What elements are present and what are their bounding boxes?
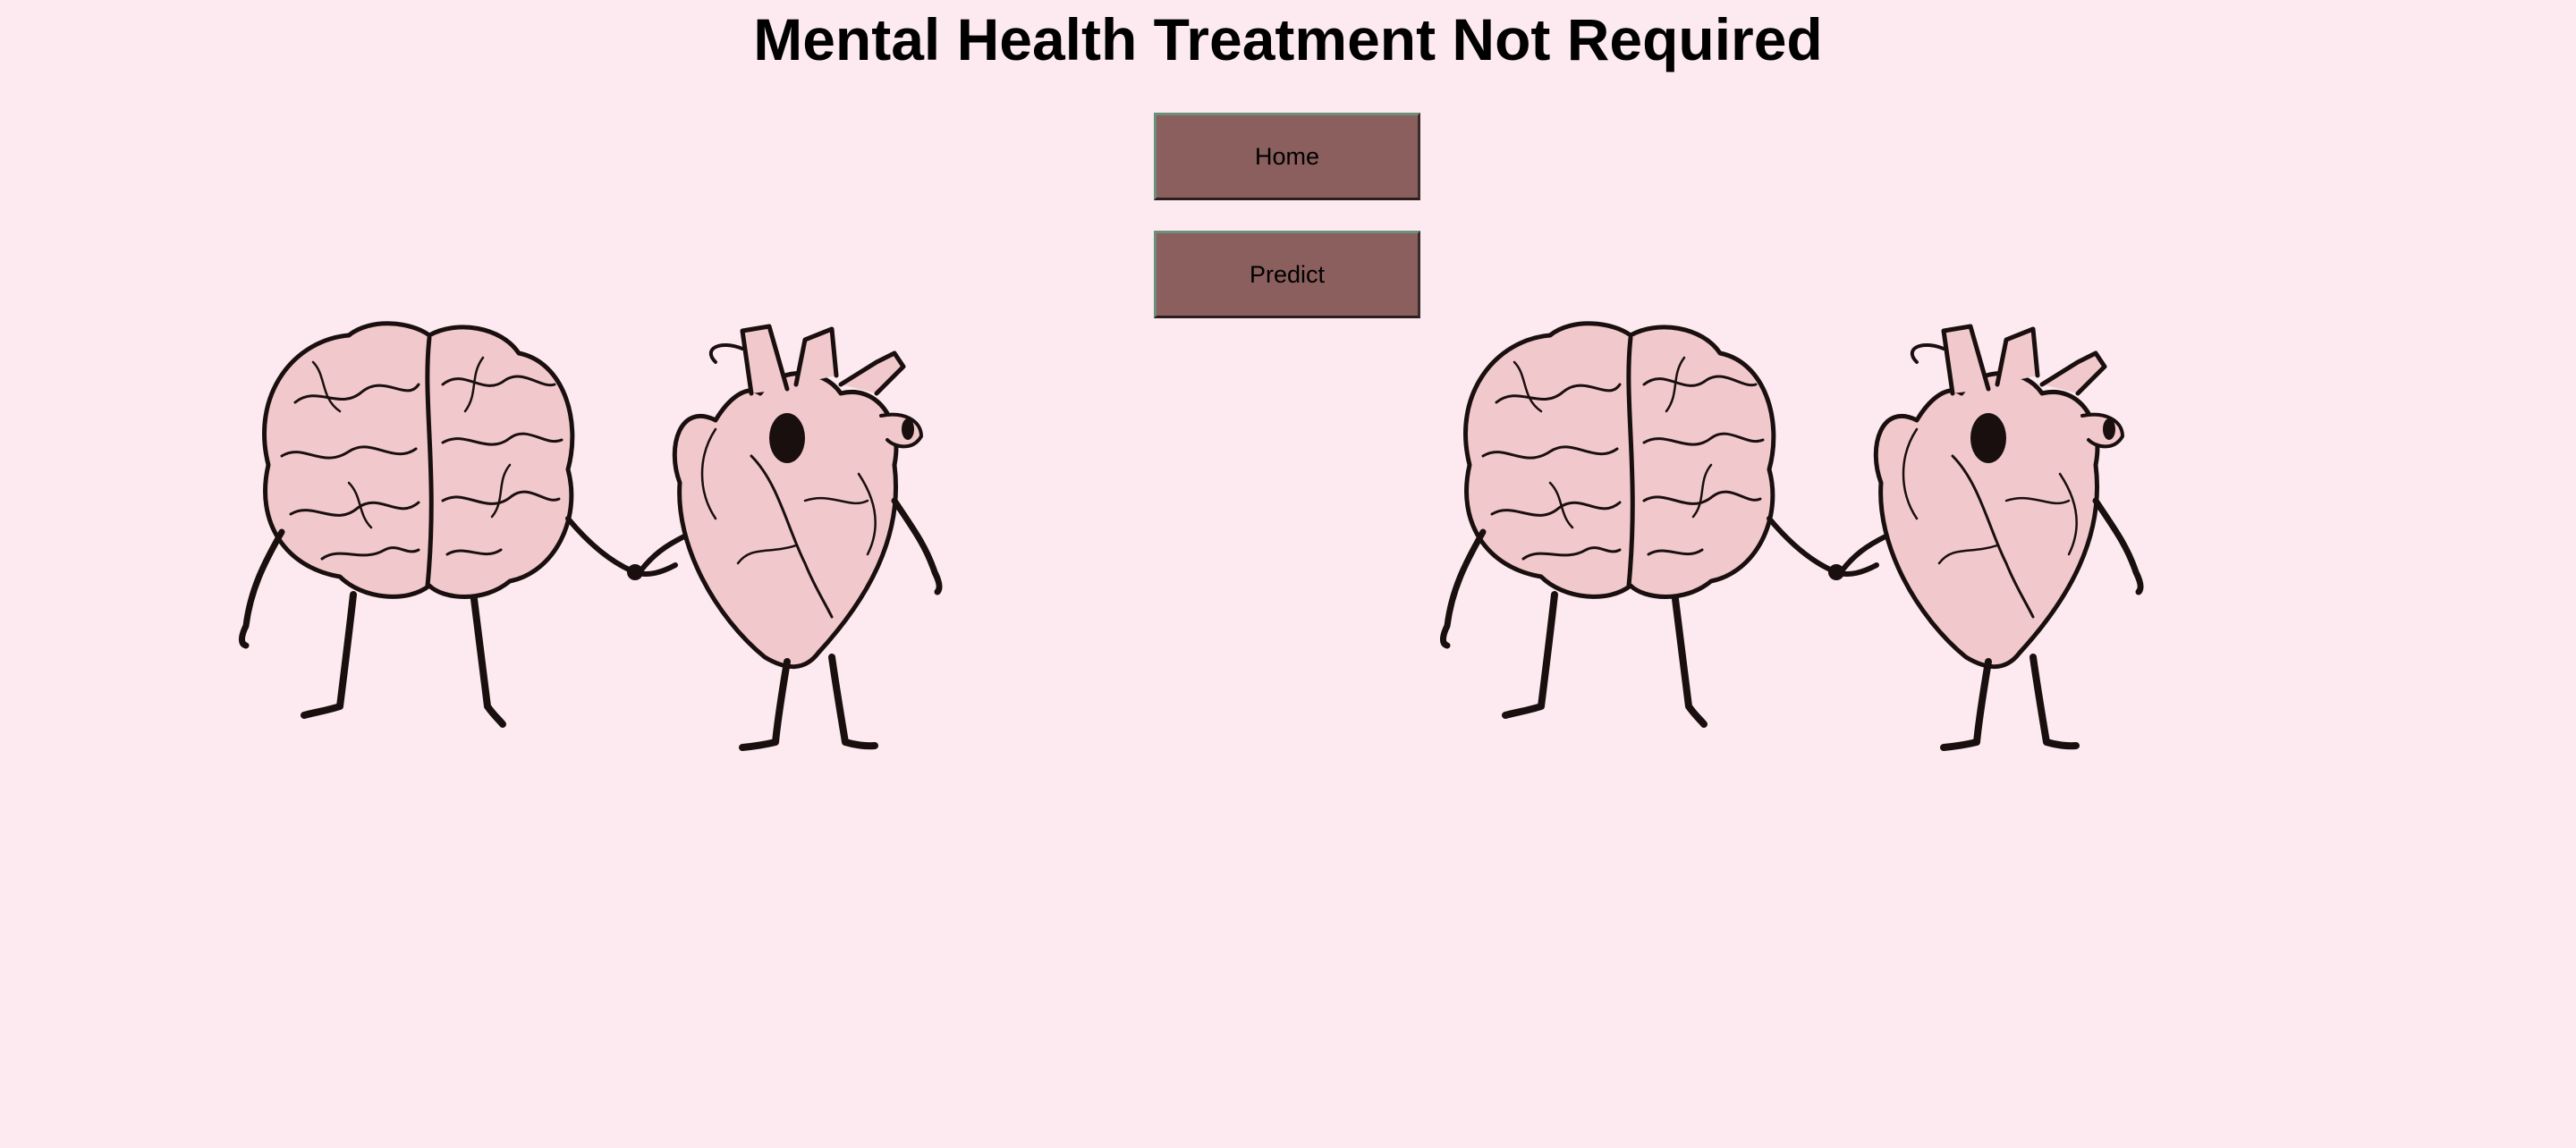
predict-button[interactable]: Predict xyxy=(1154,231,1420,318)
heart-icon xyxy=(1873,324,2124,670)
brain-heart-illustration xyxy=(239,321,943,751)
page-title: Mental Health Treatment Not Required xyxy=(753,6,1823,72)
heart-icon xyxy=(672,324,923,670)
brain-heart-illustration xyxy=(1440,321,2144,751)
brain-icon xyxy=(1463,321,1776,599)
brain-icon xyxy=(262,321,575,599)
home-button[interactable]: Home xyxy=(1154,113,1420,200)
